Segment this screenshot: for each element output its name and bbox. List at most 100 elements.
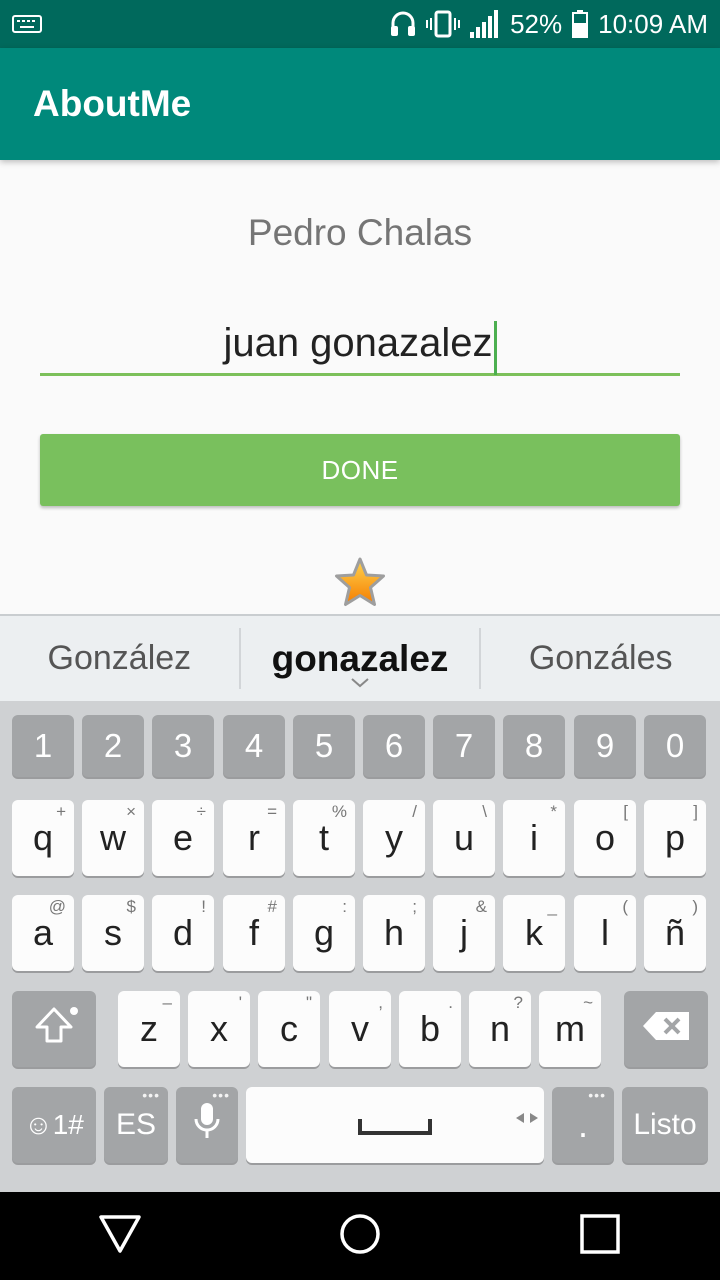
done-key[interactable]: Listo (622, 1087, 708, 1163)
number-key-6[interactable]: 6 (363, 715, 425, 777)
recents-square-icon (579, 1213, 621, 1260)
key-label: o (594, 817, 616, 858)
number-key-1[interactable]: 1 (12, 715, 74, 777)
key-ñ[interactable]: ) ñ (644, 895, 706, 971)
key-n[interactable]: ? n (469, 991, 531, 1067)
key-secondary-label: [ (623, 802, 628, 821)
key-l[interactable]: (l (574, 895, 636, 971)
key-label: 4 (244, 727, 264, 764)
key-secondary-label: ? (513, 993, 523, 1012)
number-key-9[interactable]: 9 (574, 715, 636, 777)
key-label: v (351, 1008, 369, 1049)
key-j[interactable]: & j (433, 895, 495, 971)
shift-dot-indicator (70, 1007, 78, 1015)
key-x[interactable]: ' x (188, 991, 250, 1067)
key-s[interactable]: $ s (82, 895, 144, 971)
number-key-5[interactable]: 5 (293, 715, 355, 777)
key-g[interactable]: :g (293, 895, 355, 971)
signal-icon (470, 10, 500, 38)
back-button[interactable] (90, 1206, 150, 1266)
key-i[interactable]: * i (503, 800, 565, 876)
key-secondary-label: ] (693, 802, 698, 821)
key-t[interactable]: % t (293, 800, 355, 876)
recents-button[interactable] (570, 1206, 630, 1266)
nickname-input[interactable]: juan gonazalez (40, 312, 680, 376)
key-label: 9 (595, 727, 615, 764)
language-key[interactable]: ••• ES (104, 1087, 168, 1163)
key-c[interactable]: " c (258, 991, 320, 1067)
key-d[interactable]: ! d (152, 895, 214, 971)
suggestion-right[interactable]: Gonzáles (481, 616, 720, 701)
key-h[interactable]: ; h (363, 895, 425, 971)
key-secondary-label: ~ (583, 993, 593, 1012)
key-u[interactable]: \ u (433, 800, 495, 876)
key-secondary-label: = (267, 802, 277, 821)
battery-icon (572, 10, 589, 38)
key-k[interactable]: _ k (503, 895, 565, 971)
shift-key[interactable] (12, 991, 96, 1067)
key-v[interactable]: ,v (329, 991, 391, 1067)
key-label: e (172, 817, 194, 858)
key-f[interactable]: # f (223, 895, 285, 971)
key-y[interactable]: / y (363, 800, 425, 876)
space-key[interactable] (246, 1087, 544, 1163)
key-label: q (32, 817, 54, 858)
number-key-8[interactable]: 8 (503, 715, 565, 777)
key-r[interactable]: = r (223, 800, 285, 876)
key-secondary-label: ÷ (196, 802, 206, 821)
key-a[interactable]: @ a (12, 895, 74, 971)
done-button[interactable]: DONE (40, 434, 680, 506)
more-dots-icon: ••• (588, 1087, 606, 1103)
key-secondary-label: % (331, 802, 347, 821)
number-key-3[interactable]: 3 (152, 715, 214, 777)
key-secondary-label: $ (126, 897, 136, 916)
nickname-input-value: juan gonazalez (223, 321, 493, 365)
key-label: j (460, 912, 468, 953)
key-secondary-label: _ (547, 897, 557, 916)
key-label: r (248, 817, 260, 858)
key-label: n (489, 1008, 511, 1049)
key-m[interactable]: ~ m (539, 991, 601, 1067)
microphone-icon (194, 1101, 220, 1150)
key-label: i (530, 817, 538, 858)
key-q[interactable]: + q (12, 800, 74, 876)
key-secondary-label: ) (692, 897, 698, 916)
key-e[interactable]: ÷ e (152, 800, 214, 876)
key-secondary-label: / (412, 802, 417, 821)
key-p[interactable]: ] p (644, 800, 706, 876)
suggestion-strip: González gonazalez Gonzáles (0, 614, 720, 701)
battery-percent: 52% (510, 8, 563, 39)
number-key-2[interactable]: 2 (82, 715, 144, 777)
language-key-label: ES (115, 1108, 157, 1141)
key-label: 2 (103, 727, 123, 764)
key-b[interactable]: .b (399, 991, 461, 1067)
symbols-key[interactable]: ☺1# (12, 1087, 96, 1163)
home-button[interactable] (330, 1206, 390, 1266)
key-secondary-label: : (342, 897, 347, 916)
voice-input-key[interactable]: ••• (176, 1087, 238, 1163)
vibrate-icon (426, 10, 461, 38)
key-label: x (210, 1008, 228, 1049)
suggestion-left[interactable]: González (0, 616, 239, 701)
key-secondary-label: ! (201, 897, 206, 916)
key-z[interactable]: – z (118, 991, 180, 1067)
key-w[interactable]: × w (82, 800, 144, 876)
number-key-0[interactable]: 0 (644, 715, 706, 777)
backspace-icon (642, 1008, 690, 1050)
period-key-label: . (577, 1104, 588, 1145)
period-key[interactable]: ••• . (552, 1087, 614, 1163)
key-o[interactable]: [o (574, 800, 636, 876)
key-label: 0 (665, 727, 685, 764)
key-label: ñ (664, 912, 686, 953)
key-secondary-label: ( (622, 897, 628, 916)
suggestion-center[interactable]: gonazalez (241, 616, 480, 701)
key-secondary-label: . (448, 993, 453, 1012)
key-secondary-label: # (267, 897, 277, 916)
text-cursor (493, 320, 497, 375)
number-key-4[interactable]: 4 (223, 715, 285, 777)
number-key-7[interactable]: 7 (433, 715, 495, 777)
key-secondary-label: " (305, 993, 312, 1012)
star-icon (333, 556, 387, 610)
backspace-key[interactable] (624, 991, 708, 1067)
key-label: 6 (384, 727, 404, 764)
